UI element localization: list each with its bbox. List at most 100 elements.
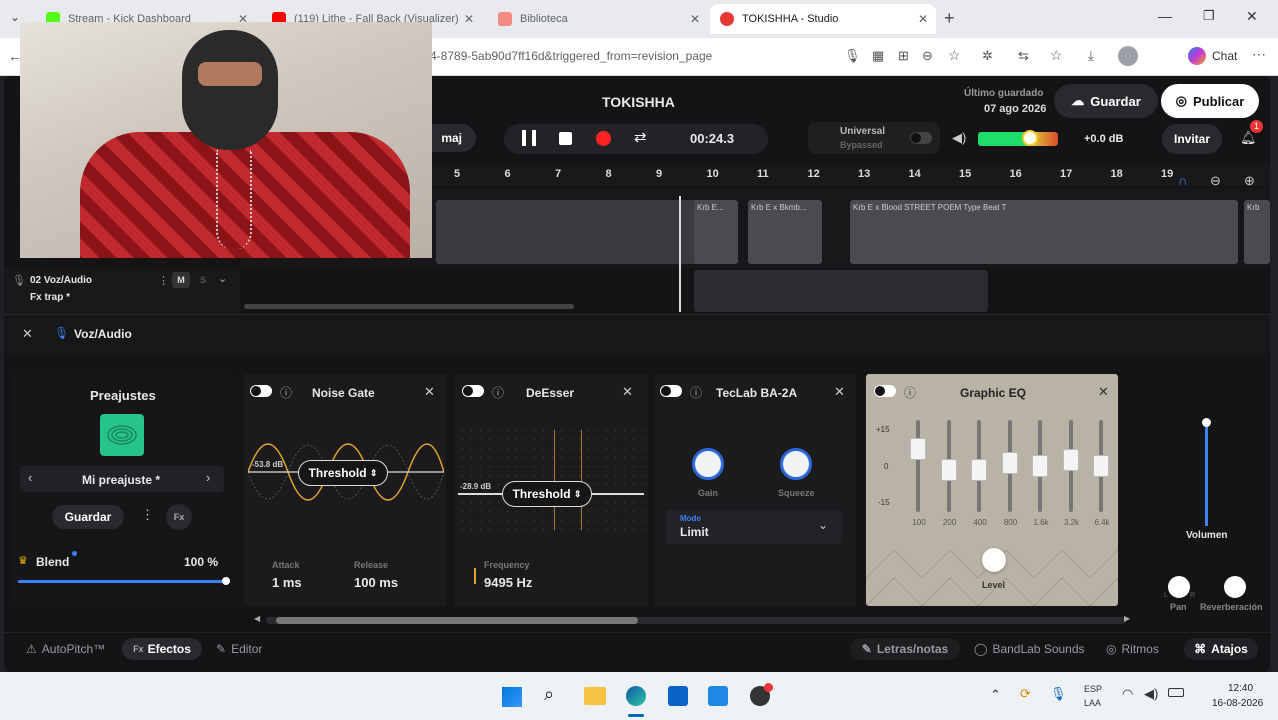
preset-more-icon[interactable]: ⋮ — [141, 507, 154, 523]
squeeze-knob[interactable] — [780, 448, 812, 480]
power-toggle[interactable] — [250, 385, 272, 397]
record-icon[interactable] — [596, 131, 611, 146]
start-icon[interactable] — [502, 687, 522, 707]
info-icon[interactable]: ⓘ — [492, 384, 504, 401]
track-name[interactable]: 02 Voz/Audio — [30, 275, 92, 286]
chevron-up-icon[interactable]: ⌃ — [990, 687, 1001, 703]
edge-icon[interactable] — [626, 686, 646, 706]
close-fx-icon[interactable]: ✕ — [22, 326, 33, 342]
fx-scroll-right-icon[interactable]: ▶ — [1124, 614, 1130, 623]
effects-tab[interactable]: Fx Efectos — [122, 638, 202, 660]
eq-band-track[interactable] — [916, 420, 920, 512]
chevron-right-icon[interactable]: › — [206, 470, 210, 485]
window-close-icon[interactable]: ✕ — [1246, 8, 1258, 25]
threshold-control[interactable]: Threshold ⇕ — [502, 481, 592, 507]
shortcuts-button[interactable]: ⌘ Atajos — [1184, 638, 1258, 660]
power-toggle[interactable] — [874, 385, 896, 397]
volume-icon[interactable]: ◀) — [1144, 686, 1158, 702]
threshold-control[interactable]: Threshold ⇕ — [298, 460, 388, 486]
lang-1[interactable]: ESP — [1084, 684, 1102, 694]
level-knob[interactable] — [982, 548, 1006, 572]
info-icon[interactable]: ⓘ — [690, 384, 702, 401]
speaker-icon[interactable]: ◀) — [952, 130, 966, 146]
outlook-icon[interactable] — [668, 686, 688, 706]
solo-button[interactable]: S — [194, 272, 212, 288]
file-explorer-icon[interactable] — [584, 687, 606, 705]
tab-biblioteca[interactable]: Biblioteca ✕ — [488, 4, 708, 34]
profile-icon[interactable] — [1118, 46, 1138, 66]
restore-icon[interactable]: ❐ — [1203, 8, 1215, 24]
blend-slider-thumb[interactable] — [222, 577, 230, 585]
eq-band-slider[interactable] — [1001, 451, 1018, 474]
attack-value[interactable]: 1 ms — [272, 575, 302, 590]
fx-icon[interactable]: Fx — [166, 504, 192, 530]
close-icon[interactable]: ✕ — [834, 384, 845, 400]
battery-icon[interactable] — [1168, 688, 1184, 697]
favorite-icon[interactable]: ☆ — [948, 47, 961, 64]
volume-fader-track[interactable] — [1205, 422, 1208, 526]
lang-2[interactable]: LAA — [1084, 698, 1101, 708]
close-icon[interactable]: ✕ — [622, 384, 633, 400]
invite-button[interactable]: Invitar — [1162, 124, 1222, 154]
fx-scroll-left-icon[interactable]: ◀ — [254, 614, 260, 623]
minimize-icon[interactable]: — — [1158, 8, 1172, 24]
chevron-down-icon[interactable]: ⌄ — [818, 518, 828, 532]
eq-band-slider[interactable] — [1062, 449, 1079, 472]
close-icon[interactable]: ✕ — [424, 384, 435, 400]
loop-icon[interactable]: ⇄ — [634, 128, 647, 146]
sounds-button[interactable]: ◯ BandLab Sounds — [974, 642, 1085, 656]
release-value[interactable]: 100 ms — [354, 575, 398, 590]
save-preset-button[interactable]: Guardar — [52, 505, 124, 529]
clip[interactable]: Krb E... — [694, 200, 738, 264]
downloads-icon[interactable]: ⤓ — [1088, 48, 1094, 64]
magnet-icon[interactable]: ∩ — [1178, 173, 1187, 188]
split-icon[interactable]: ⇆ — [1018, 48, 1029, 64]
wifi-icon[interactable]: ◠ — [1122, 686, 1133, 702]
info-icon[interactable]: ⓘ — [280, 384, 292, 401]
eq-band-slider[interactable] — [1093, 455, 1109, 477]
mic-tray-icon[interactable]: 🎙 — [1050, 686, 1067, 702]
reader-icon[interactable]: ▦ — [872, 48, 884, 64]
close-icon[interactable]: ✕ — [1098, 384, 1109, 400]
chevron-down-icon[interactable]: ⌄ — [218, 272, 227, 285]
playhead[interactable] — [679, 196, 681, 312]
rhythms-button[interactable]: ◎ Ritmos — [1106, 642, 1159, 656]
copilot-icon[interactable] — [1188, 47, 1206, 65]
track-more-icon[interactable]: ⋮ — [158, 274, 169, 287]
sync-icon[interactable]: ⟳ — [1020, 686, 1031, 702]
close-icon[interactable]: ✕ — [464, 12, 474, 26]
eq-band-slider[interactable] — [1032, 455, 1048, 477]
frequency-value[interactable]: 9495 Hz — [484, 575, 532, 590]
search-icon[interactable]: ⌕ — [544, 684, 554, 705]
close-icon[interactable]: ✕ — [918, 12, 928, 26]
clock-time[interactable]: 12:40 — [1228, 683, 1253, 694]
gain-knob[interactable] — [692, 448, 724, 480]
bypass-toggle[interactable] — [910, 132, 932, 144]
url-text[interactable]: 4-8789-5ab90d7ff16d&triggered_from=revis… — [430, 49, 712, 63]
tab-list-chevron-icon[interactable]: ⌄ — [10, 10, 20, 24]
master-meter[interactable] — [978, 132, 1058, 146]
reverb-knob[interactable] — [1224, 576, 1246, 598]
zoom-icon[interactable]: ⊖ — [922, 48, 933, 64]
zoom-out-icon[interactable]: ⊖ — [1210, 173, 1221, 189]
track-fx[interactable]: Fx trap * — [30, 292, 70, 303]
clip[interactable] — [694, 270, 988, 312]
pan-knob[interactable] — [1168, 576, 1190, 598]
new-tab-icon[interactable]: + — [944, 8, 955, 29]
info-icon[interactable]: ⓘ — [904, 384, 916, 401]
zoom-in-icon[interactable]: ⊕ — [1244, 173, 1255, 189]
master-volume-knob[interactable] — [1022, 130, 1038, 146]
editor-tab[interactable]: ✎ Editor — [216, 642, 262, 656]
clip[interactable]: Krb E x Bkmb... — [748, 200, 822, 264]
timeline-scrollbar[interactable] — [244, 304, 574, 309]
autopitch-tab[interactable]: ⚠ AutoPitch™ — [26, 642, 105, 656]
mic-icon[interactable]: 🎙 — [844, 48, 861, 64]
chevron-left-icon[interactable]: ‹ — [28, 470, 32, 485]
power-toggle[interactable] — [462, 385, 484, 397]
save-project-button[interactable]: ☁ Guardar — [1054, 84, 1158, 118]
lyrics-button[interactable]: ✎ Letras/notas — [850, 638, 960, 660]
mute-button[interactable]: M — [172, 272, 190, 288]
store-icon[interactable] — [708, 686, 728, 706]
collections-icon[interactable]: ☆ — [1050, 47, 1063, 64]
apps-icon[interactable]: ⊞ — [898, 48, 909, 64]
